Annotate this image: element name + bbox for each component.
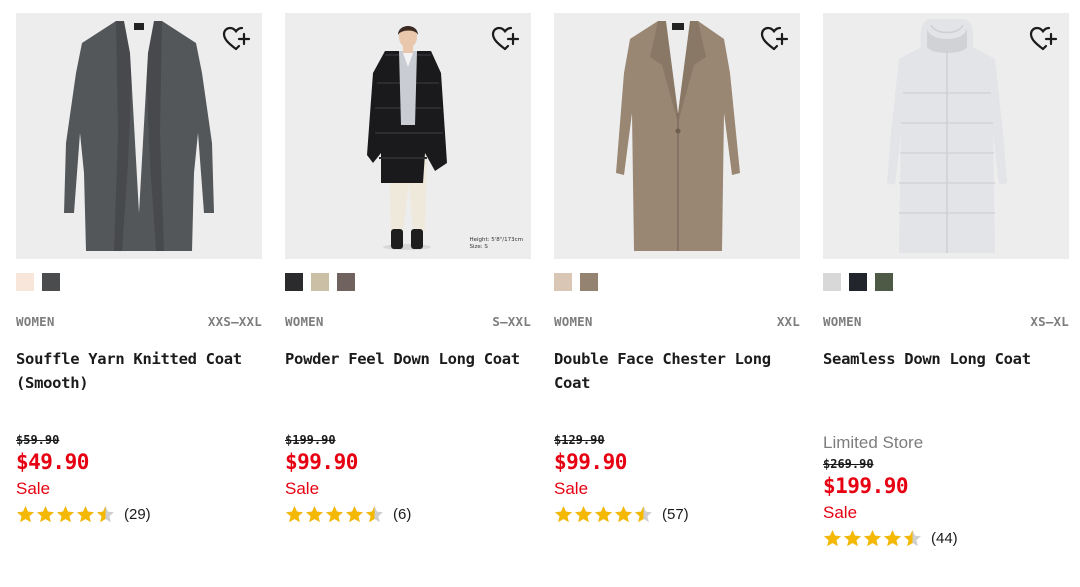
sale-label: Sale: [16, 479, 51, 498]
product-card[interactable]: Height: 5'8"/173cm Size: S WOMEN S–XXL P…: [285, 13, 531, 524]
color-swatch[interactable]: [42, 273, 60, 291]
star-full-icon: [17, 505, 34, 522]
model-size-caption: Height: 5'8"/173cm Size: S: [469, 237, 523, 251]
rating[interactable]: (29): [16, 504, 262, 524]
review-count: (57): [662, 505, 689, 523]
price-box: $129.90 $99.90 Sale (57): [554, 433, 800, 524]
product-image[interactable]: [823, 13, 1069, 259]
star-full-icon: [595, 505, 612, 522]
color-swatches: [16, 273, 262, 291]
add-to-favorites-button[interactable]: [760, 25, 790, 53]
gender-label: WOMEN: [285, 314, 324, 329]
star-full-icon: [615, 505, 632, 522]
product-meta: WOMEN XXL: [554, 314, 800, 329]
size-range: XXL: [776, 314, 800, 329]
star-half-icon: [904, 529, 921, 546]
price-box: Limited Store $269.90 $199.90 Sale (44): [823, 433, 1069, 548]
star-full-icon: [824, 529, 841, 546]
product-meta: WOMEN XS–XL: [823, 314, 1069, 329]
rating[interactable]: (6): [285, 504, 531, 524]
star-full-icon: [77, 505, 94, 522]
price-box: $199.90 $99.90 Sale (6): [285, 433, 531, 524]
star-full-icon: [326, 505, 343, 522]
sale-price: $49.90: [16, 450, 89, 474]
color-swatch[interactable]: [580, 273, 598, 291]
heart-plus-icon: [760, 26, 789, 51]
sale-label: Sale: [285, 479, 320, 498]
add-to-favorites-button[interactable]: [491, 25, 521, 53]
star-full-icon: [346, 505, 363, 522]
star-full-icon: [555, 505, 572, 522]
sale-price: $199.90: [823, 474, 909, 498]
price-box: $59.90 $49.90 Sale (29): [16, 433, 262, 524]
color-swatches: [554, 273, 800, 291]
star-full-icon: [57, 505, 74, 522]
star-full-icon: [306, 505, 323, 522]
review-count: (44): [931, 529, 958, 547]
sale-label: Sale: [554, 479, 589, 498]
rating-stars: [285, 505, 384, 524]
product-name[interactable]: Souffle Yarn Knitted Coat (Smooth): [16, 347, 262, 417]
color-swatch[interactable]: [337, 273, 355, 291]
product-card[interactable]: WOMEN XS–XL Seamless Down Long Coat Limi…: [823, 13, 1069, 548]
review-count: (29): [124, 505, 151, 523]
size-range: XS–XL: [1030, 314, 1069, 329]
color-swatch[interactable]: [311, 273, 329, 291]
rating[interactable]: (57): [554, 504, 800, 524]
product-card[interactable]: WOMEN XXL Double Face Chester Long Coat …: [554, 13, 800, 524]
rating-stars: [16, 505, 115, 524]
original-price: $129.90: [554, 433, 605, 447]
sale-price: $99.90: [554, 450, 627, 474]
product-image[interactable]: [16, 13, 262, 259]
heart-plus-icon: [1029, 26, 1058, 51]
add-to-favorites-button[interactable]: [1029, 25, 1059, 53]
product-image[interactable]: Height: 5'8"/173cm Size: S: [285, 13, 531, 259]
heart-plus-icon: [222, 26, 251, 51]
color-swatch[interactable]: [16, 273, 34, 291]
sale-price: $99.90: [285, 450, 358, 474]
rating-stars: [823, 529, 922, 548]
color-swatches: [285, 273, 531, 291]
star-full-icon: [844, 529, 861, 546]
star-full-icon: [286, 505, 303, 522]
star-full-icon: [884, 529, 901, 546]
star-full-icon: [575, 505, 592, 522]
star-full-icon: [37, 505, 54, 522]
product-name[interactable]: Powder Feel Down Long Coat: [285, 347, 531, 417]
product-meta: WOMEN XXS–XXL: [16, 314, 262, 329]
color-swatch[interactable]: [849, 273, 867, 291]
gender-label: WOMEN: [16, 314, 55, 329]
color-swatches: [823, 273, 1069, 291]
size-range: S–XXL: [492, 314, 531, 329]
add-to-favorites-button[interactable]: [222, 25, 252, 53]
star-half-icon: [635, 505, 652, 522]
original-price: $269.90: [823, 457, 874, 471]
review-count: (6): [393, 505, 412, 523]
sale-label: Sale: [823, 503, 858, 522]
product-name[interactable]: Seamless Down Long Coat: [823, 347, 1069, 417]
product-image[interactable]: [554, 13, 800, 259]
product-name[interactable]: Double Face Chester Long Coat: [554, 347, 800, 417]
rating[interactable]: (44): [823, 528, 1069, 548]
color-swatch[interactable]: [823, 273, 841, 291]
model-size: Size: S: [469, 244, 488, 250]
original-price: $199.90: [285, 433, 336, 447]
gender-label: WOMEN: [823, 314, 862, 329]
star-half-icon: [97, 505, 114, 522]
original-price: $59.90: [16, 433, 60, 447]
color-swatch[interactable]: [554, 273, 572, 291]
product-meta: WOMEN S–XXL: [285, 314, 531, 329]
star-full-icon: [864, 529, 881, 546]
heart-plus-icon: [491, 26, 520, 51]
limited-store-label: Limited Store: [823, 433, 924, 452]
rating-stars: [554, 505, 653, 524]
star-half-icon: [366, 505, 383, 522]
product-card[interactable]: WOMEN XXS–XXL Souffle Yarn Knitted Coat …: [16, 13, 262, 524]
model-height: Height: 5'8"/173cm: [469, 237, 523, 243]
color-swatch[interactable]: [285, 273, 303, 291]
product-grid: WOMEN XXS–XXL Souffle Yarn Knitted Coat …: [0, 0, 1080, 587]
gender-label: WOMEN: [554, 314, 593, 329]
color-swatch[interactable]: [875, 273, 893, 291]
size-range: XXS–XXL: [207, 314, 262, 329]
